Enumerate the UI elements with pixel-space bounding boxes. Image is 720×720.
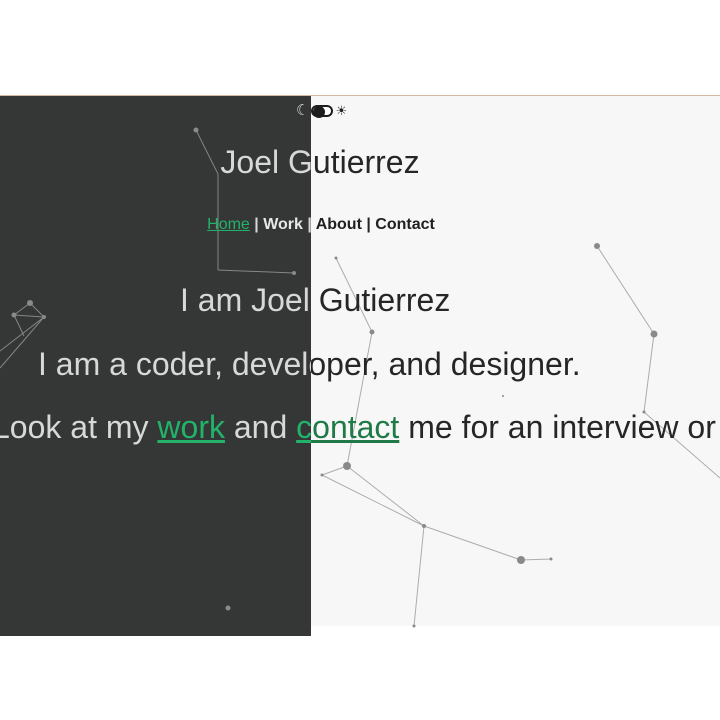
nav-contact-link[interactable]: Contact: [375, 216, 435, 233]
cta-suffix: me for an interview or: [399, 409, 716, 445]
nav-separator: |: [361, 216, 376, 233]
nav-separator: |: [249, 216, 264, 233]
cta-and: and: [224, 409, 297, 445]
work-link[interactable]: work: [157, 409, 225, 445]
contact-link[interactable]: contact: [311, 409, 399, 445]
nav-work-link[interactable]: Work: [263, 216, 303, 233]
page: ☾ ☀ Joel Gutierrez Home | Work | About |…: [0, 96, 720, 636]
nav-home-link[interactable]: Home: [207, 216, 250, 233]
nav-about-link[interactable]: About: [316, 216, 362, 233]
cta-prefix: Look at my: [0, 409, 158, 445]
